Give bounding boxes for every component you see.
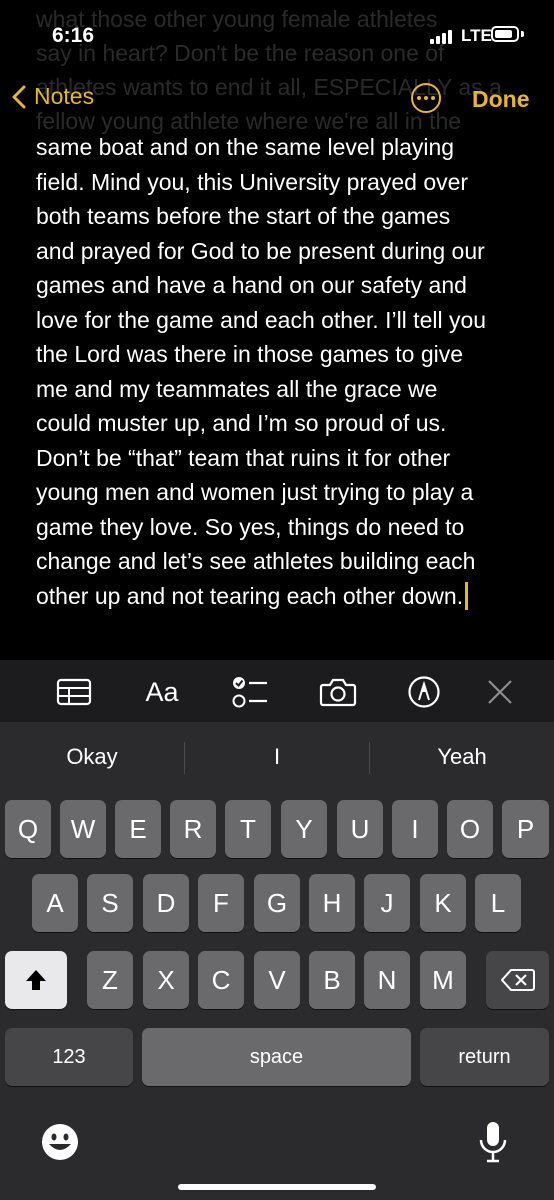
note-line: Don’t be “that” team that ruins it for o… bbox=[36, 444, 451, 471]
key-r[interactable]: R bbox=[170, 800, 216, 858]
status-bar: 6:16 LTE bbox=[0, 0, 554, 70]
key-s[interactable]: S bbox=[87, 874, 133, 932]
key-q[interactable]: Q bbox=[5, 800, 51, 858]
key-v[interactable]: V bbox=[254, 951, 300, 1009]
key-b[interactable]: B bbox=[309, 951, 355, 1009]
note-line: could muster up, and I’m so proud of us. bbox=[36, 410, 447, 436]
navigation-bar: Notes Done bbox=[0, 75, 554, 125]
chevron-left-icon bbox=[12, 85, 26, 108]
return-key[interactable]: return bbox=[420, 1028, 549, 1086]
delete-icon bbox=[500, 969, 535, 991]
markup-icon[interactable] bbox=[404, 672, 444, 712]
note-line: same boat and on the same level playing bbox=[36, 134, 455, 160]
home-indicator bbox=[178, 1184, 376, 1190]
note-line: change and let’s see athletes building e… bbox=[36, 548, 476, 574]
battery-icon bbox=[491, 26, 519, 42]
shift-key[interactable] bbox=[5, 951, 67, 1009]
note-line: love for the game and each other. I’ll t… bbox=[36, 306, 487, 333]
key-u[interactable]: U bbox=[337, 800, 383, 858]
key-n[interactable]: N bbox=[364, 951, 410, 1009]
network-type: LTE bbox=[461, 26, 492, 45]
suggestion-item[interactable]: I bbox=[185, 744, 369, 770]
key-g[interactable]: G bbox=[254, 874, 300, 932]
camera-icon[interactable] bbox=[318, 672, 358, 712]
key-t[interactable]: T bbox=[225, 800, 271, 858]
note-line: young men and women just trying to play … bbox=[36, 479, 474, 505]
keyboard: Okay I Yeah Q W E R T Y U I O P A S D F … bbox=[0, 722, 554, 1200]
note-line: me and my teammates all the grace we bbox=[36, 375, 438, 402]
key-m[interactable]: M bbox=[420, 951, 466, 1009]
key-a[interactable]: A bbox=[32, 874, 78, 932]
key-j[interactable]: J bbox=[364, 874, 410, 932]
back-button-label: Notes bbox=[34, 83, 95, 109]
suggestion-item[interactable]: Yeah bbox=[370, 744, 554, 770]
signal-strength-icon bbox=[430, 30, 456, 44]
key-y[interactable]: Y bbox=[281, 800, 327, 858]
text-format-button[interactable]: Aa bbox=[142, 672, 182, 712]
backspace-key[interactable] bbox=[486, 951, 549, 1009]
note-line: and prayed for God to be present during … bbox=[36, 237, 485, 264]
space-key[interactable]: space bbox=[142, 1028, 411, 1086]
suggestion-item[interactable]: Okay bbox=[0, 744, 184, 770]
key-c[interactable]: C bbox=[198, 951, 244, 1009]
note-line: field. Mind you, this University prayed … bbox=[36, 168, 469, 195]
status-time: 6:16 bbox=[52, 24, 95, 47]
battery-tip bbox=[521, 31, 524, 37]
key-h[interactable]: H bbox=[309, 874, 355, 932]
key-k[interactable]: K bbox=[420, 874, 466, 932]
key-f[interactable]: F bbox=[198, 874, 244, 932]
format-toolbar: Aa bbox=[0, 660, 554, 722]
note-line: games and have a hand on our safety and bbox=[36, 272, 467, 298]
key-d[interactable]: D bbox=[143, 874, 189, 932]
numbers-key[interactable]: 123 bbox=[5, 1028, 133, 1086]
more-options-icon[interactable] bbox=[411, 83, 441, 113]
key-i[interactable]: I bbox=[392, 800, 438, 858]
close-icon[interactable] bbox=[480, 672, 520, 712]
key-x[interactable]: X bbox=[143, 951, 189, 1009]
key-w[interactable]: W bbox=[60, 800, 106, 858]
shift-arrow-icon bbox=[26, 970, 46, 990]
note-line: other up and not tearing each other down… bbox=[36, 582, 464, 609]
key-l[interactable]: L bbox=[475, 874, 521, 932]
note-line: the Lord was there in those games to giv… bbox=[36, 341, 464, 367]
note-body[interactable]: same boat and on the same level playing … bbox=[36, 130, 526, 613]
note-line-last: other up and not tearing each other down… bbox=[36, 579, 526, 614]
microphone-icon[interactable] bbox=[478, 1120, 508, 1169]
checklist-icon[interactable] bbox=[230, 672, 270, 712]
key-p[interactable]: P bbox=[502, 800, 549, 858]
key-z[interactable]: Z bbox=[87, 951, 133, 1009]
table-icon[interactable] bbox=[54, 672, 94, 712]
emoji-icon[interactable] bbox=[40, 1122, 80, 1167]
note-line: both teams before the start of the games bbox=[36, 203, 451, 229]
text-cursor bbox=[465, 581, 469, 610]
predictive-bar: Okay I Yeah bbox=[0, 722, 554, 794]
note-line: game they love. So yes, things do need t… bbox=[36, 513, 465, 540]
done-button[interactable]: Done bbox=[472, 86, 530, 113]
key-e[interactable]: E bbox=[115, 800, 161, 858]
back-button[interactable]: Notes bbox=[12, 83, 94, 110]
key-o[interactable]: O bbox=[447, 800, 493, 858]
